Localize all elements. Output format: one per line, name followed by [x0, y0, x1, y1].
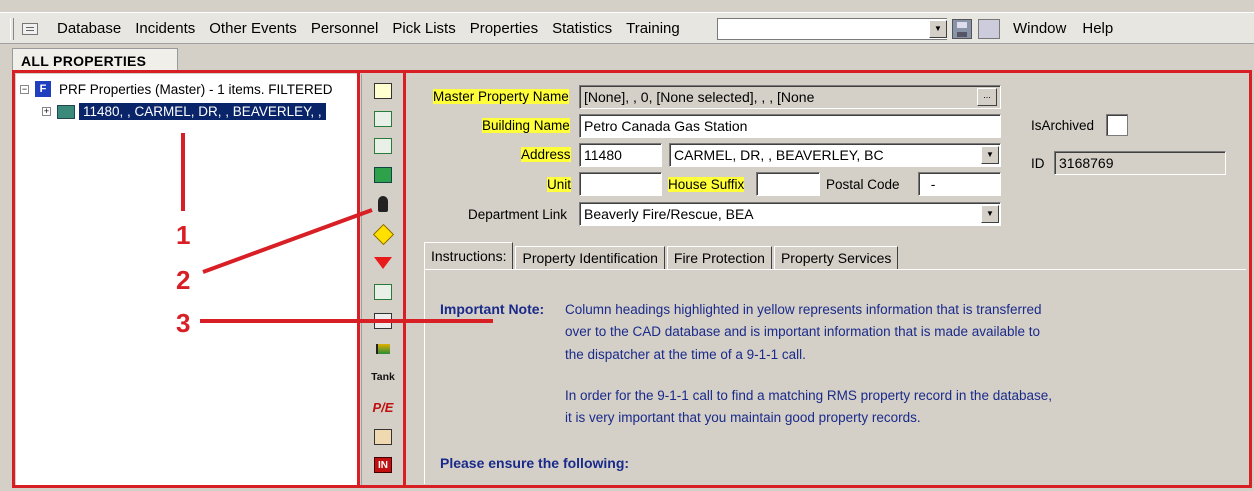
department-link-value: Beaverly Fire/Rescue, BEA: [584, 206, 754, 222]
hydrant-diamond-icon[interactable]: [372, 223, 394, 245]
master-property-value: [None], , 0, [None selected], , , [None: [584, 89, 815, 105]
unit-label-text: Unit: [547, 177, 572, 192]
red-triangle-icon[interactable]: [372, 252, 394, 274]
id-field: 3168769: [1054, 151, 1226, 175]
building-name-value: Petro Canada Gas Station: [584, 118, 748, 134]
tab-property-identification[interactable]: Property Identification: [515, 246, 665, 270]
important-note-heading: Important Note:: [440, 301, 545, 317]
menu-statistics[interactable]: Statistics: [552, 20, 612, 37]
tab-all-properties[interactable]: ALL PROPERTIES: [12, 48, 178, 70]
up-folder-icon[interactable]: [372, 80, 394, 102]
menu-personnel[interactable]: Personnel: [311, 20, 379, 37]
green-building-down-icon[interactable]: [372, 135, 394, 157]
main-menu: Database Incidents Other Events Personne…: [57, 20, 694, 37]
right-menu: Window Help: [1013, 20, 1129, 37]
al-box-icon[interactable]: [372, 281, 394, 303]
master-property-label: Master Property Name: [433, 89, 569, 104]
annotation-number-3: 3: [176, 308, 191, 338]
note-line-1: Column headings highlighted in yellow re…: [565, 302, 1042, 317]
department-link-field[interactable]: Beaverly Fire/Rescue, BEA ▼: [579, 202, 1001, 226]
detail-tabs: Instructions: Property Identification Fi…: [424, 242, 900, 270]
building-name-field[interactable]: Petro Canada Gas Station: [579, 114, 1001, 138]
book-icon[interactable]: [372, 426, 394, 448]
menu-bar: Database Incidents Other Events Personne…: [0, 12, 1254, 44]
menu-training[interactable]: Training: [626, 20, 680, 37]
is-archived-checkbox[interactable]: [1106, 114, 1128, 136]
menu-other-events[interactable]: Other Events: [209, 20, 297, 37]
address-street-field[interactable]: CARMEL, DR, , BEAVERLEY, BC ▼: [669, 143, 1001, 167]
address-number-field[interactable]: 11480: [579, 143, 662, 167]
toolbar-grip[interactable]: [10, 18, 14, 40]
menu-help[interactable]: Help: [1082, 20, 1113, 37]
in-icon[interactable]: IN: [372, 454, 394, 476]
in-label: IN: [374, 457, 392, 473]
browse-button[interactable]: ...: [977, 88, 997, 106]
chevron-down-icon[interactable]: ▼: [981, 146, 999, 164]
tree-child-node[interactable]: + 11480, , CARMEL, DR, , BEAVERLEY, ,: [42, 103, 326, 120]
unit-field[interactable]: [579, 172, 662, 196]
collapse-icon[interactable]: −: [20, 84, 29, 94]
house-suffix-label-text: House Suffix: [668, 177, 745, 192]
id-label: ID: [1031, 156, 1045, 171]
menu-properties[interactable]: Properties: [470, 20, 538, 37]
save-icon[interactable]: [952, 19, 972, 39]
note-line-3: the dispatcher at the time of a 9-1-1 ca…: [565, 347, 806, 362]
address-label: Address: [521, 147, 571, 162]
annotation-number-1: 1: [176, 220, 191, 250]
note-line-4: In order for the 9-1-1 call to find a ma…: [565, 388, 1053, 403]
postal-code-value: -: [923, 176, 936, 192]
house-suffix-label: House Suffix: [668, 177, 745, 192]
chevron-down-icon[interactable]: ▼: [981, 205, 999, 223]
address-number-value: 11480: [584, 147, 622, 163]
postal-code-label: Postal Code: [826, 177, 900, 192]
master-property-field[interactable]: [None], , 0, [None selected], , , [None …: [579, 85, 1001, 109]
menu-combo-box[interactable]: ▼: [717, 18, 947, 40]
note-line-5: it is very important that you maintain g…: [565, 410, 921, 425]
person-icon[interactable]: [372, 193, 394, 215]
tree-root-label: PRF Properties (Master) - 1 items. FILTE…: [59, 81, 333, 97]
note-line-2: over to the CAD database and is importan…: [565, 324, 1041, 339]
menu-pick-lists[interactable]: Pick Lists: [392, 20, 455, 37]
tab-fire-protection[interactable]: Fire Protection: [666, 246, 772, 270]
is-archived-label: IsArchived: [1031, 118, 1095, 133]
address-street-value: CARMEL, DR, , BEAVERLEY, BC: [674, 147, 884, 163]
green-building-up-icon[interactable]: [372, 108, 394, 130]
green-house-icon[interactable]: [372, 164, 394, 186]
flag-icon[interactable]: [372, 338, 394, 360]
tree-root-node[interactable]: − F PRF Properties (Master) - 1 items. F…: [20, 81, 333, 97]
tab-property-services[interactable]: Property Services: [773, 246, 899, 270]
document-tabstrip: ALL PROPERTIES: [0, 44, 1254, 70]
tab-instructions[interactable]: Instructions:: [424, 242, 514, 270]
document-icon[interactable]: [372, 310, 394, 332]
id-value: 3168769: [1059, 155, 1114, 171]
annotation-number-2: 2: [176, 265, 191, 295]
postal-code-field[interactable]: -: [918, 172, 1001, 196]
menu-incidents[interactable]: Incidents: [135, 20, 195, 37]
folder-f-icon: F: [35, 81, 51, 97]
image-icon[interactable]: [978, 19, 1000, 39]
ensure-heading: Please ensure the following:: [440, 455, 630, 471]
app-menu-icon[interactable]: [22, 23, 38, 35]
menu-window[interactable]: Window: [1013, 20, 1066, 37]
chevron-down-icon[interactable]: ▼: [929, 20, 947, 38]
tree-child-label: 11480, , CARMEL, DR, , BEAVERLEY, ,: [79, 103, 326, 120]
building-icon: [57, 104, 75, 119]
building-name-label: Building Name: [482, 118, 570, 133]
building-name-label-text: Building Name: [482, 118, 570, 133]
tank-icon[interactable]: Tank: [371, 366, 395, 388]
pe-icon[interactable]: P/E: [372, 396, 394, 418]
pe-label: P/E: [372, 399, 394, 415]
address-label-text: Address: [521, 147, 571, 162]
department-link-label: Department Link: [468, 207, 568, 222]
unit-label: Unit: [547, 177, 572, 192]
house-suffix-field[interactable]: [756, 172, 820, 196]
property-toolbar: Tank P/E IN: [361, 74, 403, 486]
menu-database[interactable]: Database: [57, 20, 121, 37]
annotation-divider-right: [403, 72, 406, 488]
tank-label: Tank: [371, 371, 395, 383]
expand-icon[interactable]: +: [42, 107, 51, 116]
